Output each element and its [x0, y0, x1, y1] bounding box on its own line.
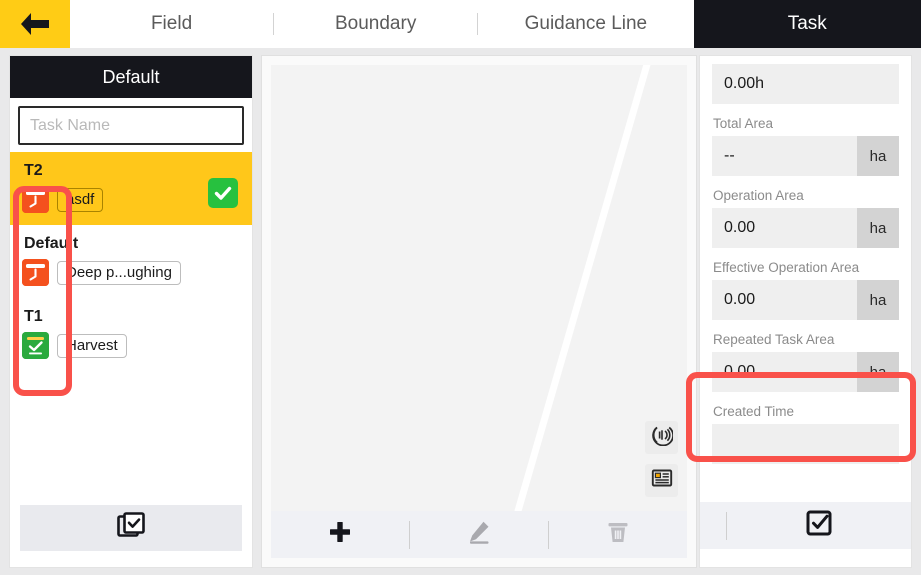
map-action-toolbar [271, 511, 687, 558]
edit-task-button[interactable] [410, 519, 548, 550]
nav-tabs: Field Boundary Guidance Line Task [70, 0, 921, 48]
check-icon [22, 332, 49, 359]
tab-guidance-line-label: Guidance Line [524, 13, 648, 34]
created-time-value [712, 424, 899, 464]
arrow-left-icon [18, 11, 52, 37]
pencil-edit-icon [466, 519, 492, 550]
total-area-field[interactable]: -- ha [712, 136, 899, 176]
sidebar-multi-select-button[interactable] [20, 505, 242, 551]
sidebar-title-label: Default [102, 66, 160, 87]
top-navigation-bar: Field Boundary Guidance Line Task [0, 0, 921, 48]
task-list-sidebar: Default T2 [10, 56, 252, 567]
map-canvas[interactable] [271, 65, 687, 511]
duration-value: 0.00h [724, 75, 765, 92]
task-list: T2 asdf Default Deep p...ughing T1 Harve… [10, 152, 252, 371]
repeated-task-area-field[interactable]: 0.00 ha [712, 352, 899, 392]
confirm-checkbox-icon [805, 509, 833, 542]
details-action-toolbar [700, 502, 911, 549]
plus-icon [327, 519, 353, 550]
multi-select-checkbox-icon [116, 511, 146, 546]
operation-area-value: 0.00 [724, 219, 756, 236]
task-list-item-default[interactable]: Default Deep p...ughing [10, 225, 252, 298]
back-button[interactable] [0, 0, 70, 48]
guidance-line-overlay [514, 65, 651, 511]
task-list-item-t1[interactable]: T1 Harvest [10, 298, 252, 371]
task-type-chip: Harvest [57, 333, 127, 358]
task-name: T2 [24, 162, 43, 179]
search-area [10, 98, 252, 152]
tab-task[interactable]: Task [693, 0, 921, 48]
tab-task-label: Task [787, 13, 827, 34]
clock-icon [22, 259, 49, 286]
task-type-chip: asdf [57, 187, 104, 212]
duration-field[interactable]: 0.00h [712, 64, 899, 104]
total-area-unit: ha [857, 136, 899, 176]
app-root: Field Boundary Guidance Line Task Defaul… [0, 0, 921, 575]
trash-delete-icon [605, 519, 631, 550]
sidebar-title: Default [10, 56, 252, 98]
signal-coverage-icon-button[interactable] [645, 421, 678, 454]
repeated-task-area-label: Repeated Task Area [713, 332, 835, 347]
info-card-icon [651, 467, 673, 494]
delete-task-button[interactable] [549, 519, 687, 550]
effective-operation-area-value: 0.00 [724, 291, 756, 308]
add-task-button[interactable] [271, 519, 409, 550]
clock-icon [22, 186, 49, 213]
created-time-label: Created Time [713, 404, 795, 419]
total-area-label: Total Area [713, 116, 774, 131]
task-details-fields: 0.00h Total Area -- ha Operation Area 0.… [700, 56, 911, 464]
effective-operation-area-unit: ha [857, 280, 899, 320]
effective-operation-area-field[interactable]: 0.00 ha [712, 280, 899, 320]
signal-coverage-icon [651, 424, 674, 451]
tab-field[interactable]: Field [70, 0, 274, 48]
info-card-icon-button[interactable] [645, 464, 678, 497]
total-area-value: -- [724, 147, 735, 164]
task-name: T1 [24, 308, 43, 325]
tab-boundary[interactable]: Boundary [274, 0, 478, 48]
repeated-task-area-unit: ha [857, 352, 899, 392]
tab-guidance-line[interactable]: Guidance Line [478, 0, 694, 48]
task-details-panel: 0.00h Total Area -- ha Operation Area 0.… [700, 56, 911, 567]
effective-operation-area-label: Effective Operation Area [713, 260, 860, 275]
search-input[interactable] [20, 108, 242, 143]
task-type-chip: Deep p...ughing [57, 260, 181, 285]
task-selected-check-badge [208, 178, 238, 208]
search-bar [18, 106, 244, 145]
map-tool-buttons [645, 421, 678, 497]
task-list-item-t2[interactable]: T2 asdf [10, 152, 252, 225]
operation-area-field[interactable]: 0.00 ha [712, 208, 899, 248]
confirm-task-button[interactable] [727, 509, 911, 542]
operation-area-label: Operation Area [713, 188, 804, 203]
created-time-field[interactable] [712, 424, 899, 464]
task-meta: Harvest [22, 332, 240, 359]
tab-boundary-label: Boundary [334, 13, 417, 34]
operation-area-unit: ha [857, 208, 899, 248]
repeated-task-area-value: 0.00 [724, 363, 756, 380]
map-panel [262, 56, 696, 567]
task-name: Default [24, 235, 79, 252]
task-meta: Deep p...ughing [22, 259, 240, 286]
tab-field-label: Field [150, 13, 193, 34]
